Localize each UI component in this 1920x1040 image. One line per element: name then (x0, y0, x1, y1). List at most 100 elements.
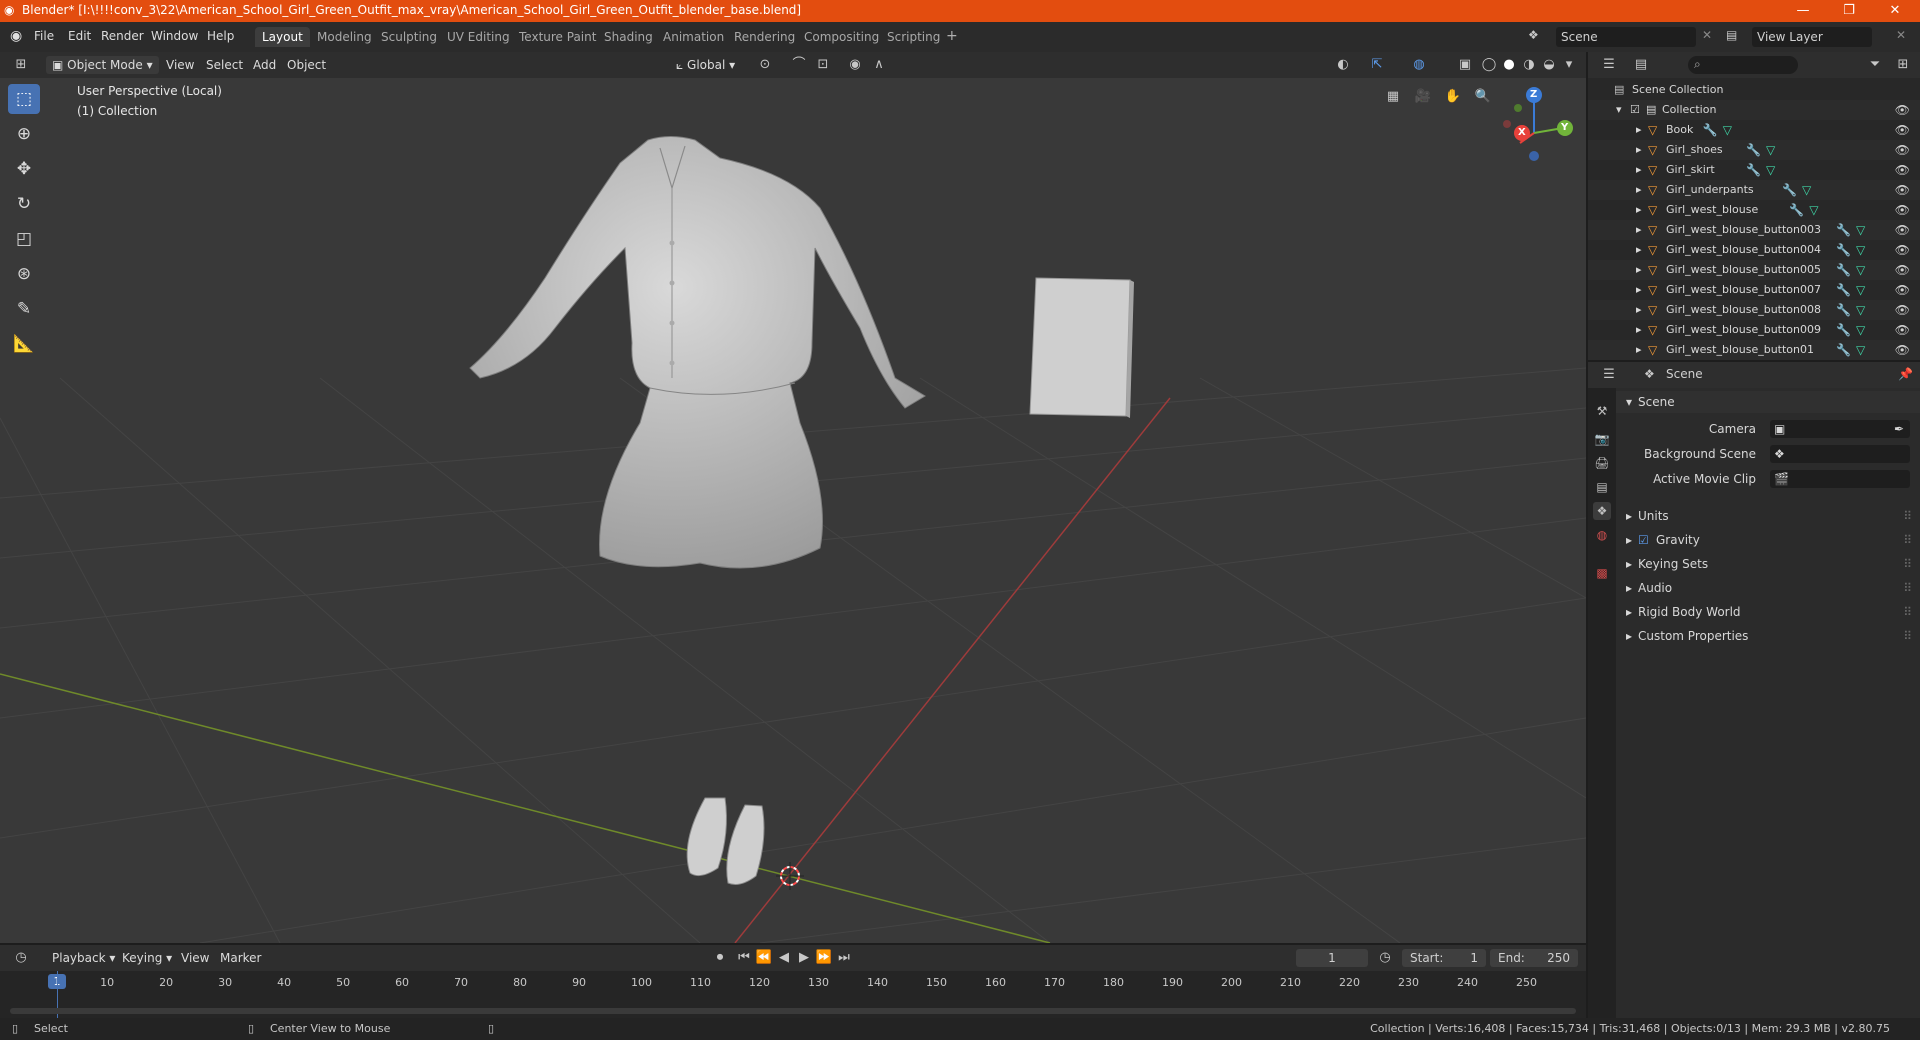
menu-render[interactable]: Render (101, 29, 144, 43)
mesh-data-icon[interactable]: ▽ (1856, 260, 1865, 280)
expand-arrow-icon[interactable]: ▸ (1636, 120, 1642, 140)
outliner-item[interactable]: ▸ ▽ Girl_skirt 🔧 ▽ 👁 (1588, 160, 1920, 180)
outliner-scene-collection[interactable]: ▤ Scene Collection (1588, 80, 1920, 100)
view-layer-tab-icon[interactable]: ▤ (1593, 478, 1611, 496)
tab-texture-paint[interactable]: Texture Paint (512, 27, 603, 47)
outliner-item[interactable]: ▸ ▽ Girl_west_blouse_button007 🔧 ▽ 👁 (1588, 280, 1920, 300)
expand-arrow-icon[interactable]: ▸ (1636, 160, 1642, 180)
expand-arrow-icon[interactable]: ▸ (1636, 240, 1642, 260)
outliner-search-input[interactable]: ⌕ (1688, 56, 1798, 74)
modifier-wrench-icon[interactable]: 🔧 (1836, 280, 1851, 300)
annotate-tool[interactable]: ✎ (8, 294, 40, 324)
properties-sub-panel[interactable]: ▸ Rigid Body World ⠿ (1616, 601, 1920, 623)
mesh-data-icon[interactable]: ▽ (1723, 120, 1732, 140)
viewport-menu-object[interactable]: Object (281, 56, 332, 74)
eye-icon[interactable]: 👁 (1895, 320, 1910, 340)
preview-range-clock-icon[interactable]: ◷ (1376, 949, 1394, 967)
eye-icon[interactable]: 👁 (1895, 100, 1910, 120)
tab-compositing[interactable]: Compositing (797, 27, 886, 47)
modifier-wrench-icon[interactable]: 🔧 (1836, 220, 1851, 240)
drag-handle-icon[interactable]: ⠿ (1903, 505, 1912, 527)
scene-tab-icon[interactable]: ❖ (1593, 502, 1611, 520)
select-box-tool[interactable]: ⬚ (8, 84, 40, 114)
jump-end-icon[interactable]: ⏭ (835, 949, 853, 967)
editor-type-icon[interactable]: ⊞ (12, 56, 30, 74)
properties-sub-panel[interactable]: ▸ Keying Sets ⠿ (1616, 553, 1920, 575)
object-mode-dropdown[interactable]: ▣ Object Mode ▾ (46, 56, 159, 74)
minimize-button[interactable]: — (1780, 0, 1826, 22)
eye-icon[interactable]: 👁 (1895, 200, 1910, 220)
tab-scripting[interactable]: Scripting (880, 27, 947, 47)
end-frame-field[interactable]: End: 250 (1490, 949, 1578, 967)
expand-arrow-icon[interactable]: ▸ (1636, 220, 1642, 240)
tab-sculpting[interactable]: Sculpting (374, 27, 444, 47)
close-button[interactable]: ✕ (1872, 0, 1918, 22)
outliner-item[interactable]: ▸ ▽ Girl_west_blouse 🔧 ▽ 👁 (1588, 200, 1920, 220)
next-keyframe-icon[interactable]: ⏩ (815, 949, 833, 967)
outliner-item[interactable]: ▸ ▽ Girl_west_blouse_button003 🔧 ▽ 👁 (1588, 220, 1920, 240)
mesh-data-icon[interactable]: ▽ (1856, 240, 1865, 260)
modifier-wrench-icon[interactable]: 🔧 (1836, 260, 1851, 280)
scale-tool[interactable]: ◰ (8, 224, 40, 254)
menu-window[interactable]: Window (151, 29, 198, 43)
shoes-model[interactable] (686, 797, 765, 885)
camera-view-icon[interactable]: 🎥 (1414, 88, 1432, 106)
menu-help[interactable]: Help (207, 29, 234, 43)
properties-sub-panel[interactable]: ▸ Audio ⠿ (1616, 577, 1920, 599)
world-tab-icon[interactable]: ◍ (1593, 526, 1611, 544)
tab-modeling[interactable]: Modeling (310, 27, 379, 47)
drag-handle-icon[interactable]: ⠿ (1903, 625, 1912, 647)
eye-icon[interactable]: 👁 (1895, 260, 1910, 280)
output-tab-icon[interactable]: 🖨 (1593, 454, 1611, 472)
outliner-editor-type-icon[interactable]: ☰ (1600, 56, 1618, 74)
modifier-wrench-icon[interactable]: 🔧 (1782, 180, 1797, 200)
expand-arrow-icon[interactable]: ▸ (1636, 140, 1642, 160)
outliner-item[interactable]: ▸ ▽ Girl_west_blouse_button005 🔧 ▽ 👁 (1588, 260, 1920, 280)
drag-handle-icon[interactable]: ⠿ (1903, 529, 1912, 551)
modifier-wrench-icon[interactable]: 🔧 (1703, 120, 1718, 140)
tab-layout[interactable]: Layout (255, 27, 310, 47)
snap-target-icon[interactable]: ⊡ (814, 56, 832, 74)
play-icon[interactable]: ▶ (795, 949, 813, 967)
outliner-item[interactable]: ▸ ▽ Girl_west_blouse_button008 🔧 ▽ 👁 (1588, 300, 1920, 320)
modifier-wrench-icon[interactable]: 🔧 (1836, 300, 1851, 320)
cursor-tool[interactable]: ⊕ (8, 119, 40, 149)
outliner[interactable]: ▤ Scene Collection ▾ ☑ ▤ Collection 👁 ▸ ▽… (1588, 78, 1920, 360)
mesh-data-icon[interactable]: ▽ (1856, 340, 1865, 360)
visibility-selectability-icon[interactable]: ◐ (1334, 56, 1352, 74)
zoom-view-icon[interactable]: 🔍 (1474, 88, 1492, 106)
mesh-data-icon[interactable]: ▽ (1802, 180, 1811, 200)
view-layer-selector[interactable]: View Layer (1752, 27, 1872, 47)
properties-sub-panel[interactable]: ▸ Units ⠿ (1616, 505, 1920, 527)
collection-checkbox[interactable]: ☑ (1630, 100, 1640, 120)
filter-icon[interactable]: ⏷ (1866, 56, 1884, 74)
outfit-model[interactable] (469, 136, 926, 569)
modifier-wrench-icon[interactable]: 🔧 (1836, 340, 1851, 360)
eyedropper-icon[interactable]: ✒ (1894, 418, 1904, 440)
outliner-item[interactable]: ▸ ▽ Girl_west_blouse_button009 🔧 ▽ 👁 (1588, 320, 1920, 340)
outliner-item[interactable]: ▸ ▽ Girl_west_blouse_button01 🔧 ▽ 👁 (1588, 340, 1920, 360)
eye-icon[interactable]: 👁 (1895, 120, 1910, 140)
shading-options-icon[interactable]: ▾ (1560, 56, 1578, 74)
scene-selector[interactable]: Scene (1556, 27, 1696, 47)
outliner-collection[interactable]: ▾ ☑ ▤ Collection 👁 (1588, 100, 1920, 120)
pin-icon[interactable]: 📌 (1898, 367, 1913, 381)
rotate-tool[interactable]: ↻ (8, 189, 40, 219)
eye-icon[interactable]: 👁 (1895, 280, 1910, 300)
viewport-menu-add[interactable]: Add (247, 56, 282, 74)
outliner-item[interactable]: ▸ ▽ Girl_shoes 🔧 ▽ 👁 (1588, 140, 1920, 160)
expand-arrow-icon[interactable]: ▸ (1636, 180, 1642, 200)
timeline-menu-keying[interactable]: Keying ▾ (116, 949, 178, 967)
toggle-grid-icon[interactable]: ▦ (1384, 88, 1402, 106)
outliner-item[interactable]: ▸ ▽ Girl_west_blouse_button004 🔧 ▽ 👁 (1588, 240, 1920, 260)
xray-toggle-icon[interactable]: ▣ (1456, 56, 1474, 74)
timeline-body[interactable]: 1102030405060708090100110120130140150160… (0, 971, 1586, 1018)
jump-start-icon[interactable]: ⏮ (735, 949, 753, 967)
properties-editor-type-icon[interactable]: ☰ (1600, 366, 1618, 384)
eye-icon[interactable]: 👁 (1895, 300, 1910, 320)
overlays-toggle-icon[interactable]: ◍ (1410, 56, 1428, 74)
move-tool[interactable]: ✥ (8, 154, 40, 184)
measure-tool[interactable]: 📐 (8, 329, 40, 359)
drag-handle-icon[interactable]: ⠿ (1903, 553, 1912, 575)
outliner-item[interactable]: ▸ ▽ Girl_underpants 🔧 ▽ 👁 (1588, 180, 1920, 200)
